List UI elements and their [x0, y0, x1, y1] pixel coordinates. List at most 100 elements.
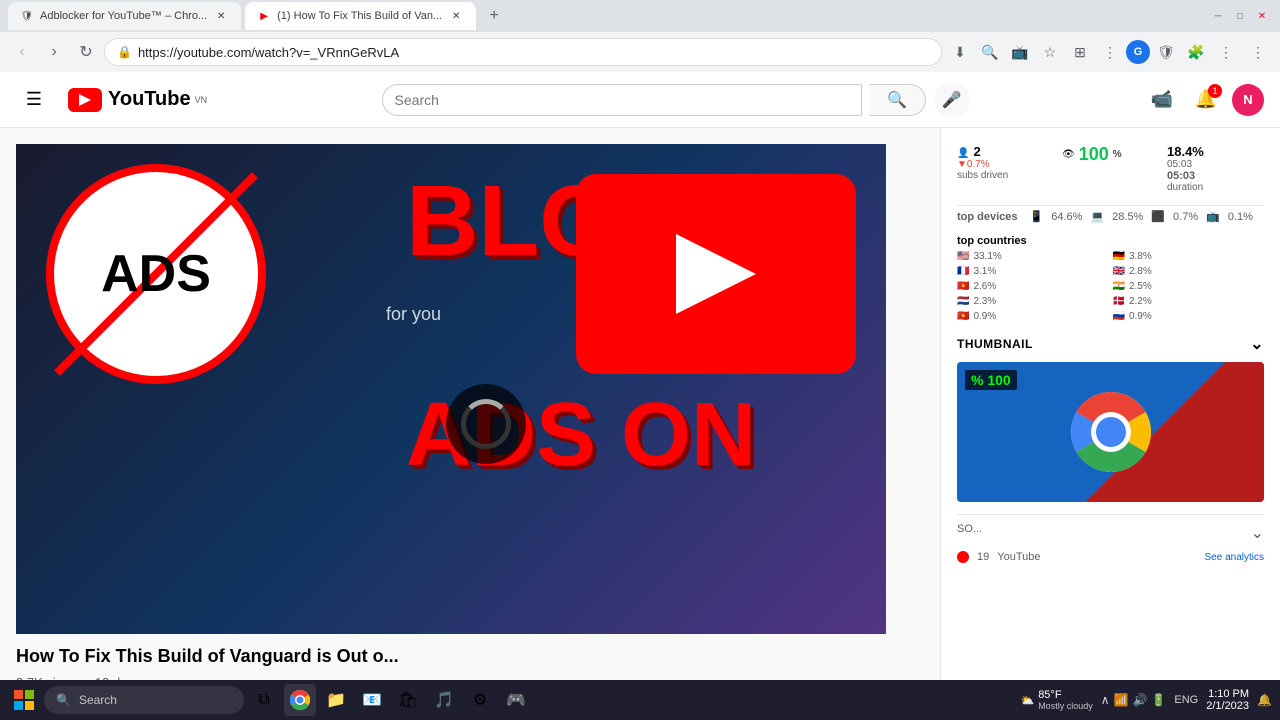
tab-favicon-adblocker: 🛡 [20, 9, 34, 23]
notification-center-icon[interactable]: 🔔 [1257, 693, 1272, 707]
ext-zoom-icon[interactable]: 🔍 [976, 38, 1004, 66]
tray-network-icon[interactable]: 📶 [1114, 693, 1129, 707]
subs-icon: 👤 [957, 148, 969, 159]
tray-volume-icon[interactable]: 🔊 [1132, 693, 1147, 707]
content-area: ADS BLOCK for you ADS ON [0, 128, 1280, 680]
source-expand-icon[interactable]: ⌄ [1251, 523, 1264, 543]
subs-driven-change: ▼0.7% [957, 159, 1054, 170]
flag-de: 🇩🇪 [1113, 251, 1125, 262]
thumbnail-section: THUMBNAIL ⌄ % 100 [957, 334, 1264, 502]
source-header: SO... ⌄ [957, 523, 1264, 543]
youtube-source-dot [957, 551, 969, 563]
tray-up-icon[interactable]: ∧ [1101, 693, 1110, 707]
taskbar-search[interactable]: 🔍 Search [44, 686, 244, 714]
maximize-button[interactable]: □ [1230, 6, 1250, 26]
start-button[interactable] [8, 684, 40, 716]
tab-adblocker[interactable]: 🛡 Adblocker for YouTube™ – Chro... ✕ [8, 2, 241, 30]
minimize-button[interactable]: ─ [1208, 6, 1228, 26]
taskbar-task-view[interactable]: ⧉ [248, 684, 280, 716]
device-desktop-icon: 💻 [1090, 210, 1104, 223]
youtube-logo-icon [68, 88, 102, 112]
country-fr: 🇫🇷 3.1% [957, 266, 1109, 277]
youtube-header: ☰ YouTube VN 🔍 🎤 📹 🔔 1 N [0, 72, 1280, 128]
pct-de: 3.8% [1129, 251, 1152, 262]
taskbar: 🔍 Search ⧉ 📁 📧 🛍 🎵 ⚙ 🎮 ⛅ 85°F Mostly clo… [0, 680, 1280, 720]
close-button[interactable]: ✕ [1252, 6, 1272, 26]
hamburger-menu[interactable]: ☰ [16, 82, 52, 118]
flag-us: 🇺🇸 [957, 251, 969, 262]
ext-shield-icon[interactable]: 🛡 [1152, 38, 1180, 66]
countries-grid: 🇺🇸 33.1% 🇩🇪 3.8% 🇫🇷 3.1% 🇬🇧 2.8% [957, 251, 1264, 322]
pct-ru: 0.9% [1129, 311, 1152, 322]
pct-fr: 3.1% [973, 266, 996, 277]
ext-more-btn[interactable]: ⋮ [1212, 38, 1240, 66]
taskbar-chrome-icon [290, 690, 310, 710]
taskbar-store[interactable]: 🛍 [392, 684, 424, 716]
youtube-logo-text: YouTube [108, 88, 191, 111]
avg-time-value: 18.4% [1167, 144, 1264, 159]
search-bar[interactable] [382, 84, 862, 116]
youtube-region-label: VN [195, 95, 208, 105]
pct-gb: 2.8% [1129, 266, 1152, 277]
device-tv-icon: 📺 [1206, 210, 1220, 223]
youtube-logo[interactable]: YouTube VN [68, 88, 207, 112]
weather-widget[interactable]: ⛅ 85°F Mostly cloudy [1020, 689, 1092, 711]
refresh-button[interactable]: ↻ [72, 38, 100, 66]
taskbar-chrome[interactable] [284, 684, 316, 716]
thumbnail-label: THUMBNAIL [957, 337, 1033, 351]
address-bar[interactable]: 🔒 https://youtube.com/watch?v=_VRnnGeRvL… [104, 38, 942, 66]
notifications-button[interactable]: 🔔 1 [1188, 82, 1224, 118]
search-button[interactable]: 🔍 [870, 84, 926, 116]
ext-cast-icon[interactable]: 📺 [1006, 38, 1034, 66]
profile-icon[interactable]: G [1126, 40, 1150, 64]
tab-close-youtube[interactable]: ✕ [448, 8, 464, 24]
voice-search-button[interactable]: 🎤 [934, 82, 970, 118]
notification-badge: 1 [1208, 84, 1222, 98]
tray-battery-icon[interactable]: 🔋 [1151, 693, 1166, 707]
stats-grid: 👤 2 ▼0.7% subs driven 👁 100 % [957, 144, 1264, 193]
country-vn2: 🇻🇳 0.9% [957, 311, 1109, 322]
taskbar-app3[interactable]: 🎮 [500, 684, 532, 716]
subs-driven-label: subs driven [957, 170, 1054, 181]
youtube-page: ☰ YouTube VN 🔍 🎤 📹 🔔 1 N [0, 72, 1280, 680]
ext-grid-icon[interactable]: ⋮ [1096, 38, 1124, 66]
tab-youtube[interactable]: ▶ (1) How To Fix This Build of Van... ✕ [245, 2, 476, 30]
forward-button[interactable]: › [40, 38, 68, 66]
thumbnail-expand-icon[interactable]: ⌄ [1250, 334, 1264, 354]
country-vn1: 🇻🇳 2.6% [957, 281, 1109, 292]
header-right-icons: 📹 🔔 1 N [1144, 82, 1264, 118]
ext-tab-icon[interactable]: ⊞ [1066, 38, 1094, 66]
taskbar-app1[interactable]: 🎵 [428, 684, 460, 716]
taskbar-explorer[interactable]: 📁 [320, 684, 352, 716]
taskbar-search-icon: 🔍 [56, 693, 71, 707]
ext-puzzle-icon[interactable]: 🧩 [1182, 38, 1210, 66]
subs-driven-value: 2 [973, 144, 980, 159]
flag-vn1: 🇻🇳 [957, 281, 969, 292]
tab-title-adblocker: Adblocker for YouTube™ – Chro... [40, 10, 207, 22]
source-analytics-link[interactable]: See analytics [1205, 552, 1264, 563]
avg-view-time-label: 05:03 [1167, 159, 1264, 170]
video-player[interactable]: ADS BLOCK for you ADS ON [16, 144, 886, 634]
user-avatar[interactable]: N [1232, 84, 1264, 116]
tab-close-adblocker[interactable]: ✕ [213, 8, 229, 24]
taskbar-right: ⛅ 85°F Mostly cloudy ∧ 📶 🔊 🔋 ENG 1:10 PM… [1020, 688, 1272, 712]
search-input[interactable] [395, 92, 849, 108]
language-indicator[interactable]: ENG [1174, 694, 1198, 706]
device-desktop-pct: 28.5% [1112, 211, 1143, 223]
new-tab-button[interactable]: + [480, 2, 508, 30]
ext-star-icon[interactable]: ☆ [1036, 38, 1064, 66]
taskbar-mail[interactable]: 📧 [356, 684, 388, 716]
ext-download-icon[interactable]: ⬇ [946, 38, 974, 66]
main-content: ADS BLOCK for you ADS ON [0, 128, 940, 680]
pct-nl: 2.3% [973, 296, 996, 307]
country-nl: 🇳🇱 2.3% [957, 296, 1109, 307]
taskbar-app2[interactable]: ⚙ [464, 684, 496, 716]
back-button[interactable]: ‹ [8, 38, 36, 66]
clock-widget[interactable]: 1:10 PM 2/1/2023 [1206, 688, 1249, 712]
url-display: https://youtube.com/watch?v=_VRnnGeRvLA [138, 45, 929, 60]
device-mobile-pct: 64.6% [1051, 211, 1082, 223]
flag-vn2: 🇻🇳 [957, 311, 969, 322]
settings-button[interactable]: ⋮ [1244, 38, 1272, 66]
chrome-logo-svg [1071, 392, 1151, 472]
create-video-button[interactable]: 📹 [1144, 82, 1180, 118]
